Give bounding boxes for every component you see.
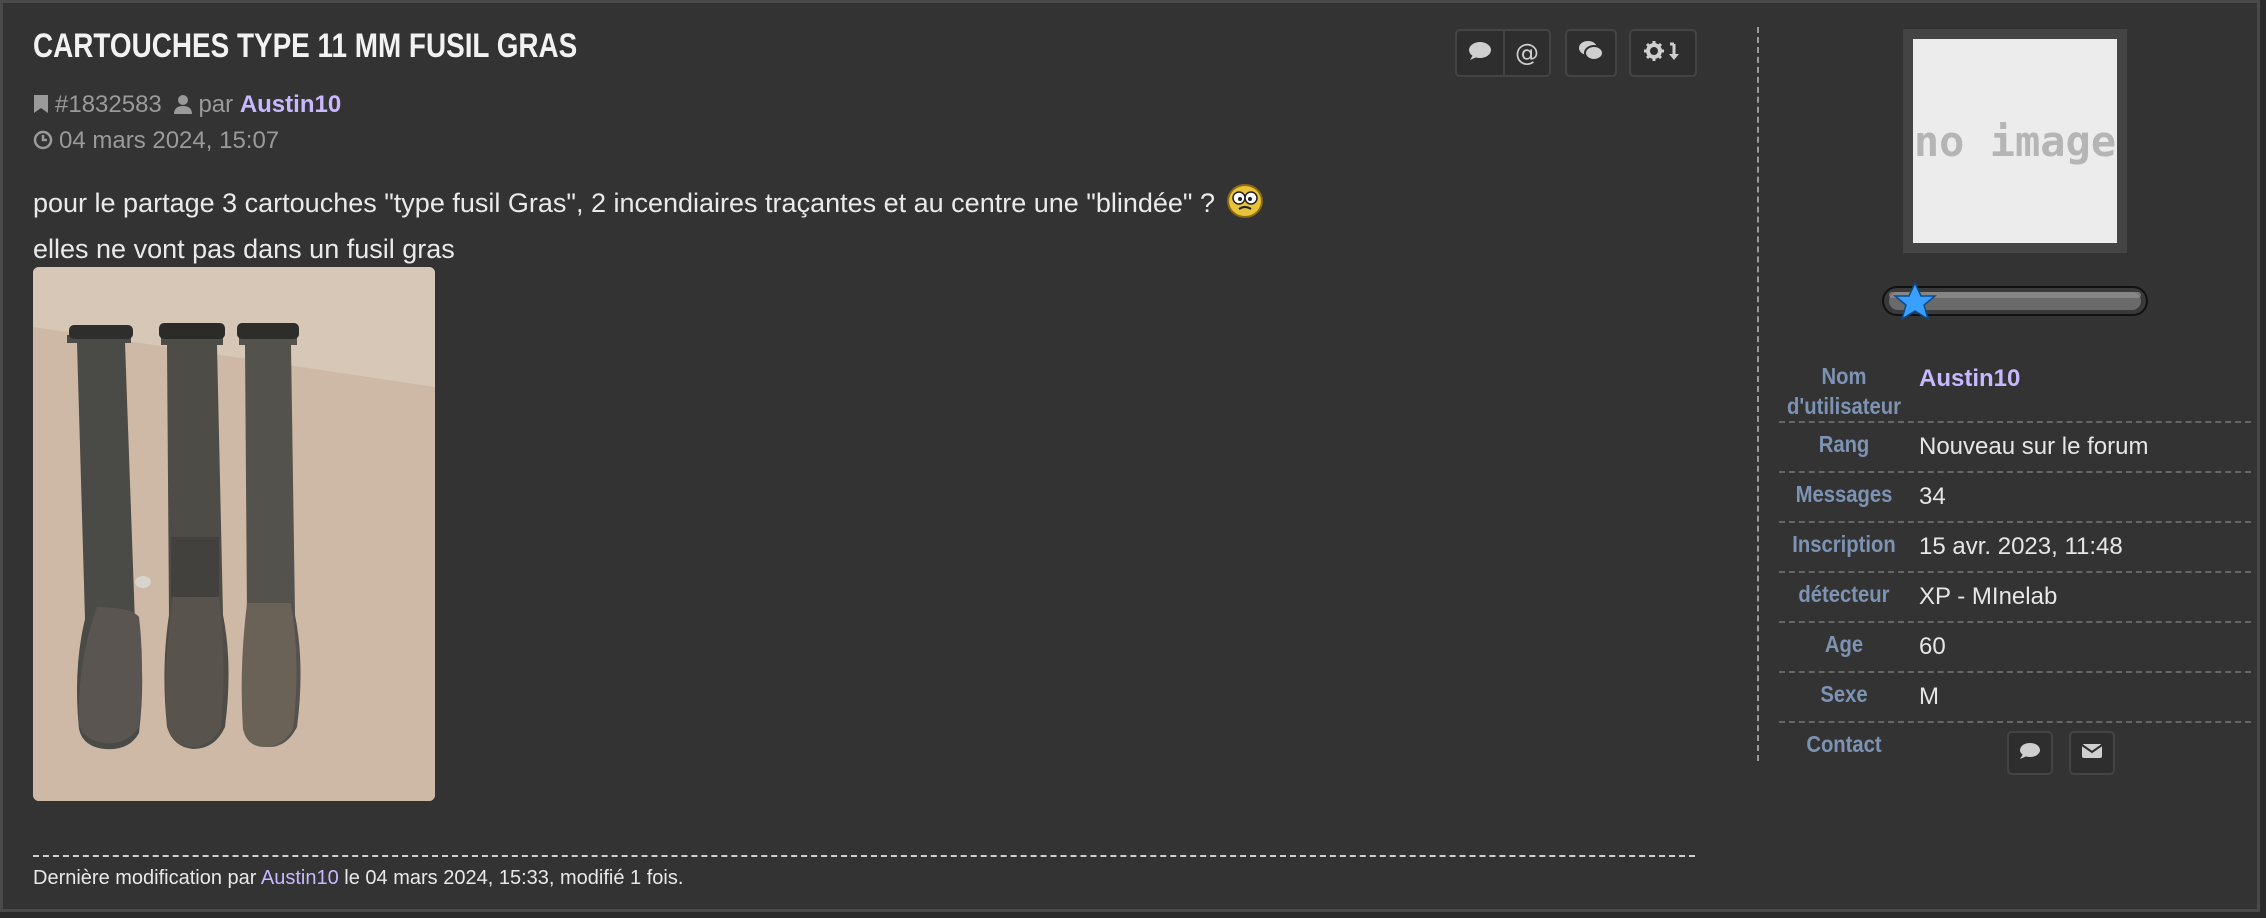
- contact-buttons: [1909, 723, 2115, 775]
- profile-value-messages[interactable]: 34: [1909, 473, 2251, 521]
- bookmark-icon: [33, 93, 49, 121]
- post-date: 04 mars 2024, 15:07: [59, 127, 280, 154]
- profile-row-username: Nom d'utilisateur Austin10: [1779, 355, 2251, 423]
- post-date-row: 04 mars 2024, 15:07: [33, 127, 279, 157]
- profile-value-inscription: 15 avr. 2023, 11:48: [1919, 533, 2123, 560]
- envelope-icon: [2081, 743, 2103, 763]
- profile-label-inscription: Inscription: [1792, 531, 1896, 557]
- clock-icon: [33, 129, 53, 157]
- profile-row-age: Age 60: [1779, 623, 2251, 673]
- edit-note: Dernière modification par Austin10 le 04…: [33, 855, 1695, 890]
- post-body: pour le partage 3 cartouches "type fusil…: [33, 183, 1263, 269]
- post-title[interactable]: Cartouches type 11 mm fusil Gras: [33, 27, 577, 66]
- profile-row-rank: Rang Nouveau sur le forum: [1779, 423, 2251, 473]
- user-icon: [174, 93, 193, 121]
- author-link[interactable]: Austin10: [240, 91, 341, 118]
- confused-smiley-icon: [1226, 184, 1263, 229]
- profile-label-detector: détecteur: [1798, 581, 1890, 607]
- profile-label-username: Nom d'utilisateur: [1787, 363, 1901, 419]
- post-actions-group: @: [1455, 29, 1551, 77]
- profile-value-rank: Nouveau sur le forum: [1919, 433, 2149, 460]
- avatar[interactable]: no image: [1903, 29, 2127, 253]
- email-button[interactable]: [2069, 731, 2115, 775]
- profile-row-messages: Messages 34: [1779, 473, 2251, 523]
- profile-value-username[interactable]: Austin10: [1909, 355, 2251, 421]
- rank-bar: [1881, 281, 2151, 325]
- post-body-text-1: pour le partage 3 cartouches "type fusil…: [33, 188, 1216, 218]
- report-button[interactable]: [1455, 29, 1505, 77]
- mention-button[interactable]: @: [1505, 29, 1551, 77]
- profile-row-contact: Contact: [1779, 723, 2251, 775]
- post-body-text-2: elles ne vont pas dans un fusil gras: [33, 234, 455, 264]
- post-image-cartridges[interactable]: [33, 267, 435, 801]
- profile-row-sexe: Sexe M: [1779, 673, 2251, 723]
- comment-icon: [2019, 742, 2041, 764]
- profile-value-sexe: M: [1919, 683, 1939, 710]
- quote-icon: [1578, 40, 1604, 66]
- profile-label-age: Age: [1824, 631, 1864, 657]
- profile-value-age: 60: [1919, 633, 1946, 660]
- profile-value-detector: XP - MInelab: [1919, 583, 2058, 610]
- profile-row-detector: détecteur XP - MInelab: [1779, 573, 2251, 623]
- at-icon: @: [1515, 39, 1539, 67]
- profile-row-inscription: Inscription 15 avr. 2023, 11:48: [1779, 523, 2251, 573]
- profile-label-rank: Rang: [1818, 431, 1870, 457]
- comment-icon: [1468, 41, 1492, 65]
- profile-details: Nom d'utilisateur Austin10 Rang Nouveau …: [1779, 355, 2251, 775]
- quote-button[interactable]: [1565, 29, 1617, 77]
- edit-prefix: Dernière modification par: [33, 867, 257, 889]
- profile-label-messages: Messages: [1795, 481, 1893, 507]
- profile-label-sexe: Sexe: [1820, 681, 1868, 707]
- post-meta: #1832583 par Austin10: [33, 91, 341, 121]
- private-message-button[interactable]: [2007, 731, 2053, 775]
- no-image-placeholder: no image: [1913, 39, 2117, 243]
- by-label: par: [198, 91, 234, 118]
- post-id[interactable]: #1832583: [55, 91, 162, 118]
- tools-action: [1629, 29, 1697, 77]
- profile-divider: [1757, 27, 1759, 761]
- gear-icon: [1643, 40, 1683, 66]
- profile-label-contact: Contact: [1806, 731, 1882, 757]
- edit-suffix: le 04 mars 2024, 15:33, modifié 1 fois.: [344, 867, 684, 889]
- post-container: Cartouches type 11 mm fusil Gras #183258…: [0, 0, 2260, 912]
- edit-author-link[interactable]: Austin10: [261, 867, 339, 889]
- post-body-line: pour le partage 3 cartouches "type fusil…: [33, 183, 1263, 229]
- quote-action: [1565, 29, 1617, 77]
- post-tools-button[interactable]: [1629, 29, 1697, 77]
